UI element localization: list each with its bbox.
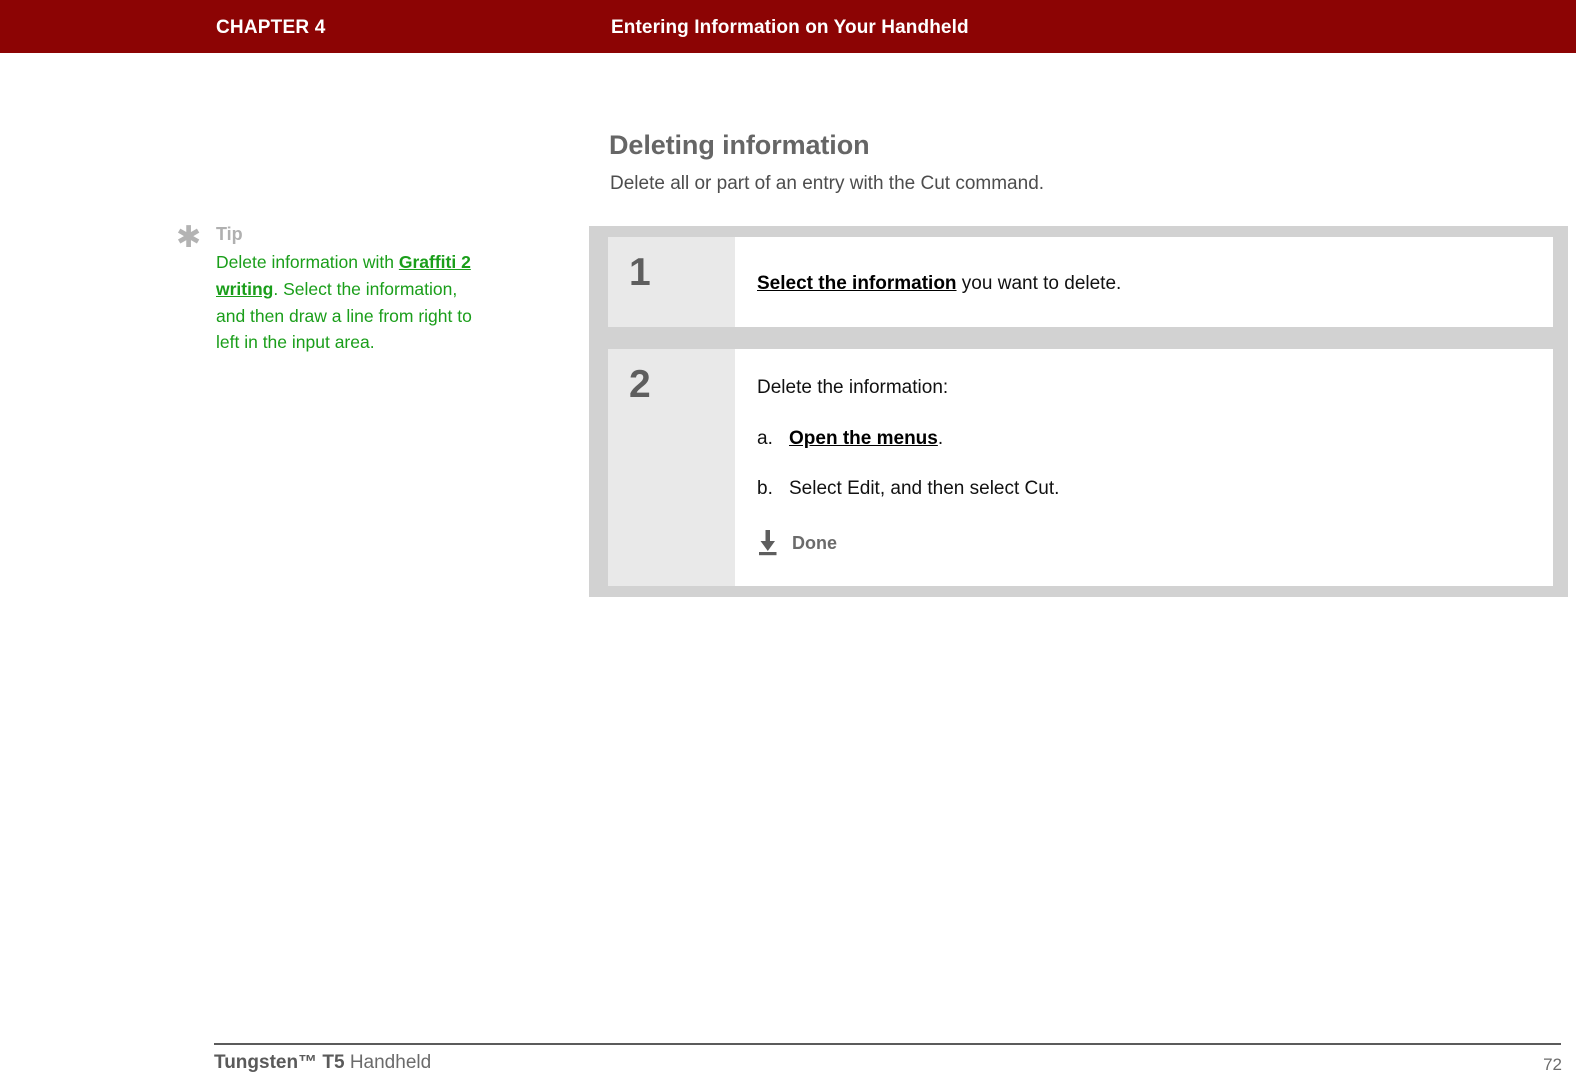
substep-b-marker: b. <box>757 478 773 500</box>
xref-open-the-menus[interactable]: Open the menus <box>789 428 938 449</box>
footer-product-rest: Handheld <box>344 1052 432 1073</box>
step-row-1: 1 Select the information you want to del… <box>608 237 1553 327</box>
step-divider <box>608 327 1553 349</box>
substep-b: b. Select Edit, and then select Cut. <box>757 478 1535 500</box>
xref-select-the-information[interactable]: Select the information <box>757 273 957 294</box>
step-content-2: Delete the information: a. Open the menu… <box>735 348 1553 587</box>
step-content-1: Select the information you want to delet… <box>735 237 1553 327</box>
page-number: 72 <box>1543 1055 1562 1074</box>
done-marker: Done <box>757 530 1535 556</box>
substep-b-text: Select Edit, and then select Cut. <box>789 478 1060 500</box>
substep-a-text: Open the menus. <box>789 428 943 450</box>
substep-a-marker: a. <box>757 428 773 450</box>
step-number-cell-2: 2 <box>608 348 735 587</box>
step-2-intro: Delete the information: <box>757 376 949 398</box>
chapter-label: CHAPTER 4 <box>216 17 326 38</box>
footer-product-name: Tungsten™ T5 Handheld <box>214 1052 431 1074</box>
substep-a: a. Open the menus. <box>757 428 1535 450</box>
download-arrow-icon <box>757 530 779 556</box>
step-1-rest: you want to delete. <box>956 273 1122 294</box>
page-header-band: CHAPTER 4 Entering Information on Your H… <box>0 0 1576 53</box>
done-label: Done <box>792 532 837 553</box>
section-intro-text: Delete all or part of an entry with the … <box>610 173 1045 194</box>
page-title: Deleting information <box>609 130 870 160</box>
step-1-text: Select the information you want to delet… <box>757 271 1535 297</box>
asterisk-icon: ✱ <box>176 220 202 255</box>
step-number-1: 1 <box>629 251 651 294</box>
footer-divider <box>214 1043 1561 1045</box>
step-number-cell-1: 1 <box>608 237 735 327</box>
steps-container: 1 Select the information you want to del… <box>589 226 1568 598</box>
tip-text-before: Delete information with <box>216 252 399 272</box>
tip-heading: Tip <box>216 224 243 244</box>
header-title: Entering Information on Your Handheld <box>611 17 969 38</box>
step-row-2: 2 Delete the information: a. Open the me… <box>608 348 1553 587</box>
substep-a-rest: . <box>937 428 944 450</box>
step-number-2: 2 <box>629 362 651 406</box>
footer-product-bold: Tungsten™ T5 <box>214 1052 345 1073</box>
tip-body: Delete information with Graffiti 2 writi… <box>216 249 474 356</box>
